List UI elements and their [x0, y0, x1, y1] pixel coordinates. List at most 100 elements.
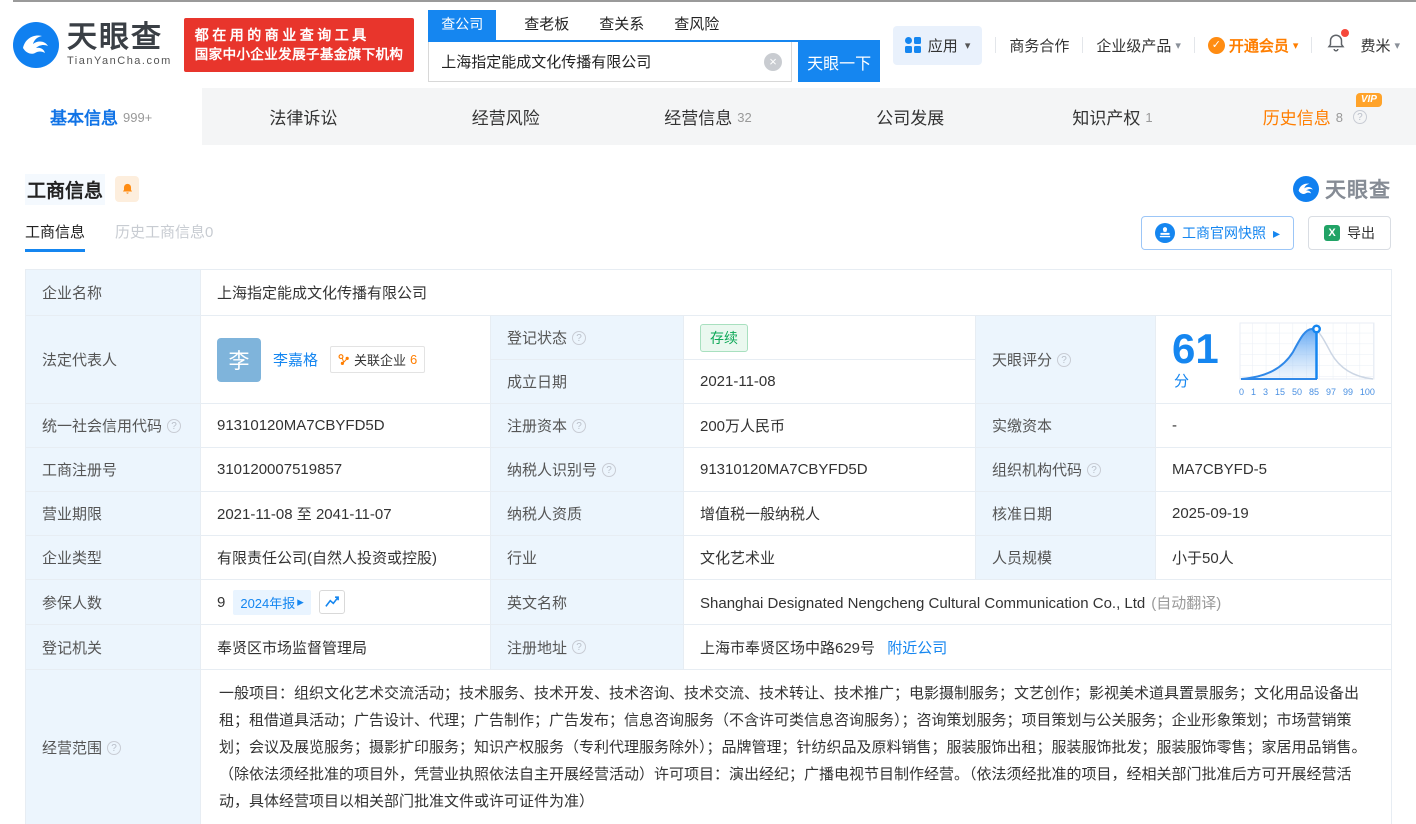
help-icon[interactable]: ? — [1353, 110, 1367, 124]
apps-menu[interactable]: 应用 ▾ — [893, 26, 983, 65]
score-unit: 分 — [1174, 373, 1189, 390]
tianyancha-logo[interactable]: 天眼查 TianYanCha.com — [13, 22, 172, 68]
help-icon[interactable]: ? — [602, 463, 616, 477]
divider — [1082, 37, 1083, 53]
logo-domain-text: TianYanCha.com — [67, 55, 172, 67]
subtab-history-business-info[interactable]: 历史工商信息0 — [115, 221, 213, 252]
help-icon[interactable]: ? — [1087, 463, 1101, 477]
help-icon[interactable]: ? — [572, 331, 586, 345]
field-value-est-date: 2021-11-08 — [684, 360, 976, 404]
official-snapshot-button[interactable]: 工商官网快照 ▸ — [1141, 216, 1294, 250]
apps-label: 应用 — [928, 35, 958, 56]
site-header: 天眼查 TianYanCha.com 都在用的商业查询工具 国家中小企业发展子基… — [0, 2, 1416, 88]
field-value-credit-code: 91310120MA7CBYFD5D — [201, 404, 491, 448]
tab-intellectual-property[interactable]: 知识产权 1 — [1011, 88, 1213, 145]
tab-basic-info[interactable]: 基本信息 999+ — [0, 88, 202, 145]
clear-search-icon[interactable]: × — [764, 53, 782, 71]
notification-bell-icon[interactable] — [1325, 32, 1347, 58]
field-label-insured-count: 参保人数 — [26, 580, 201, 625]
section-title: 工商信息 — [25, 174, 105, 205]
excel-icon: X — [1324, 225, 1340, 241]
field-value-taxpayer-id: 91310120MA7CBYFD5D — [684, 448, 976, 492]
tianyancha-swirl-icon — [13, 22, 59, 68]
help-icon[interactable]: ? — [572, 419, 586, 433]
field-label-reg-address: 注册地址? — [491, 625, 684, 670]
field-label-reg-authority: 登记机关 — [26, 625, 201, 670]
apps-grid-icon — [905, 37, 921, 53]
field-value-staff-size: 小于50人 — [1156, 536, 1392, 580]
search-tab-boss[interactable]: 查老板 — [522, 9, 571, 40]
field-value-insured-count: 9 2024年报 ▸ — [201, 580, 491, 625]
field-label-biz-term: 营业期限 — [26, 492, 201, 536]
field-label-taxpayer-quality: 纳税人资质 — [491, 492, 684, 536]
field-value-org-code: MA7CBYFD-5 — [1156, 448, 1392, 492]
field-value-taxpayer-quality: 增值税一般纳税人 — [684, 492, 976, 536]
subtab-business-info[interactable]: 工商信息 — [25, 221, 85, 252]
field-label-staff-size: 人员规模 — [976, 536, 1156, 580]
trend-chart-icon[interactable] — [319, 590, 345, 614]
business-info-table: 企业名称 上海指定能成文化传播有限公司 法定代表人 李 李嘉格 — [25, 269, 1392, 824]
banner-line1: 都在用的商业查询工具 — [195, 25, 404, 45]
field-label-paid-capital: 实缴资本 — [976, 404, 1156, 448]
field-value-biz-term: 2021-11-08 至 2041-11-07 — [201, 492, 491, 536]
arrow-right-icon: ▸ — [297, 594, 304, 610]
search-tab-relation[interactable]: 查关系 — [597, 9, 646, 40]
field-value-reg-status: 存续 — [684, 316, 976, 360]
nav-enterprise-products[interactable]: 企业级产品 ▾ — [1096, 35, 1181, 56]
field-label-business-scope: 经营范围? — [26, 670, 201, 824]
export-button[interactable]: X 导出 — [1308, 216, 1391, 250]
score-value: 61 — [1172, 325, 1219, 372]
score-chart-ticks: 0131550859799100 — [1239, 387, 1375, 397]
banner-line2: 国家中小企业发展子基金旗下机构 — [195, 45, 404, 65]
field-value-business-scope: 一般项目：组织文化艺术交流活动；技术服务、技术开发、技术咨询、技术交流、技术转让… — [201, 670, 1392, 824]
field-label-legal-rep: 法定代表人 — [26, 316, 201, 404]
chevron-down-icon: ▾ — [1394, 39, 1400, 52]
auto-translate-note: (自动翻译) — [1151, 595, 1221, 612]
field-label-org-code: 组织机构代码? — [976, 448, 1156, 492]
user-menu[interactable]: 费米 ▾ — [1360, 35, 1400, 56]
field-value-english-name: Shanghai Designated Nengcheng Cultural C… — [684, 580, 1392, 625]
tab-operation-info[interactable]: 经营信息 32 — [607, 88, 809, 145]
tab-operation-risk[interactable]: 经营风险 — [405, 88, 607, 145]
tab-history-info[interactable]: VIP 历史信息 8 ? — [1214, 88, 1416, 145]
nearby-companies-link[interactable]: 附近公司 — [887, 640, 947, 657]
score-distribution-chart[interactable]: 0131550859799100 — [1239, 322, 1375, 397]
legal-rep-name-link[interactable]: 李嘉格 — [273, 349, 318, 370]
business-info-section: 工商信息 天眼查 工商信息 历史工商信息0 — [0, 145, 1416, 824]
search-block: 查公司 查老板 查关系 查风险 × 天眼一下 — [428, 9, 880, 82]
search-tab-company[interactable]: 查公司 — [428, 10, 496, 40]
field-value-company-name: 上海指定能成文化传播有限公司 — [201, 270, 1392, 316]
chevron-down-icon: ▾ — [1175, 39, 1181, 52]
field-value-approval-date: 2025-09-19 — [1156, 492, 1392, 536]
field-value-reg-address: 上海市奉贤区场中路629号 附近公司 — [684, 625, 1392, 670]
field-label-company-type: 企业类型 — [26, 536, 201, 580]
field-value-reg-authority: 奉贤区市场监督管理局 — [201, 625, 491, 670]
tab-legal-litigation[interactable]: 法律诉讼 — [202, 88, 404, 145]
help-icon[interactable]: ? — [107, 741, 121, 755]
status-badge: 存续 — [700, 324, 748, 352]
field-label-score: 天眼评分? — [976, 316, 1156, 404]
legal-rep-avatar[interactable]: 李 — [217, 338, 261, 382]
help-icon[interactable]: ? — [1057, 353, 1071, 367]
field-label-reg-status: 登记状态? — [491, 316, 684, 360]
search-tab-risk[interactable]: 查风险 — [672, 9, 721, 40]
search-input[interactable] — [428, 42, 792, 82]
nav-cooperation[interactable]: 商务合作 — [1009, 35, 1069, 56]
tianyancha-swirl-icon — [1293, 176, 1319, 202]
divider — [1311, 37, 1312, 53]
nav-open-vip[interactable]: ✓ 开通会员 ▾ — [1208, 35, 1299, 56]
vip-crown-icon: ✓ — [1208, 37, 1225, 54]
username: 费米 — [1360, 35, 1390, 56]
tianyancha-watermark: 天眼查 — [1293, 174, 1391, 204]
field-label-reg-capital: 注册资本? — [491, 404, 684, 448]
field-label-est-date: 成立日期 — [491, 360, 684, 404]
annual-report-badge[interactable]: 2024年报 ▸ — [233, 590, 310, 615]
monitor-bell-icon[interactable] — [115, 176, 139, 202]
divider — [1194, 37, 1195, 53]
tab-company-development[interactable]: 公司发展 — [809, 88, 1011, 145]
help-icon[interactable]: ? — [167, 419, 181, 433]
field-label-industry: 行业 — [491, 536, 684, 580]
help-icon[interactable]: ? — [572, 640, 586, 654]
search-submit-button[interactable]: 天眼一下 — [798, 42, 880, 82]
related-companies-badge[interactable]: 关联企业 6 — [330, 346, 425, 373]
